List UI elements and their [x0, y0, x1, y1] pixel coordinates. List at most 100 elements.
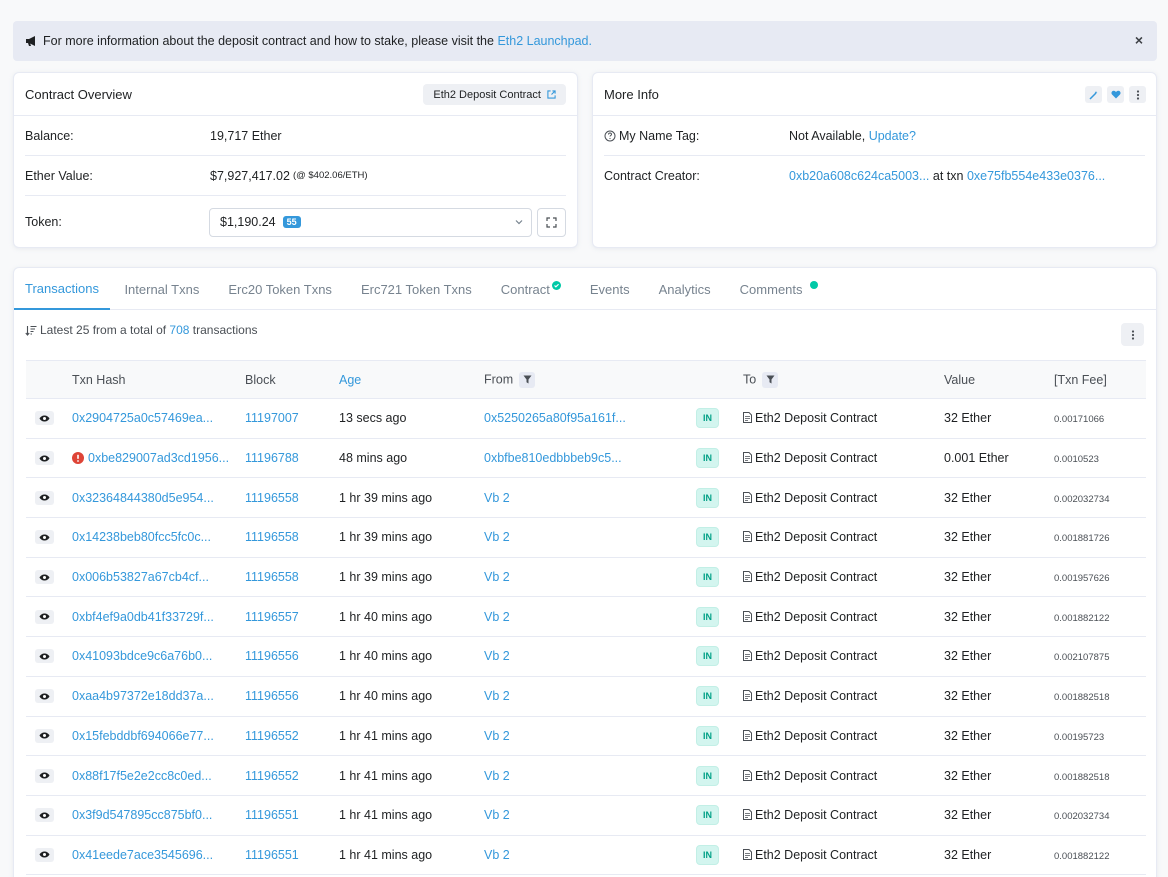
- favorite-button[interactable]: [1107, 86, 1124, 103]
- block-link[interactable]: 11196551: [245, 848, 299, 862]
- tab-erc721-token-txns[interactable]: Erc721 Token Txns: [346, 268, 486, 310]
- to-label[interactable]: Eth2 Deposit Contract: [755, 729, 877, 743]
- to-label[interactable]: Eth2 Deposit Contract: [755, 610, 877, 624]
- tab-comments[interactable]: Comments: [725, 268, 832, 310]
- txn-fee: 0.001882122: [1054, 850, 1110, 862]
- preview-button[interactable]: [35, 490, 54, 505]
- block-link[interactable]: 11196556: [245, 689, 299, 703]
- value-cell: 0.001 Ether: [944, 438, 1054, 479]
- preview-button[interactable]: [35, 649, 54, 664]
- token-dropdown[interactable]: $1,190.24 55: [209, 207, 532, 237]
- total-count-link[interactable]: 708: [169, 323, 189, 337]
- expand-button[interactable]: [537, 207, 566, 237]
- age-cell: 1 hr 41 mins ago: [339, 835, 484, 876]
- from-cell: Vb 2: [484, 596, 696, 638]
- from-link[interactable]: 0x5250265a80f95a161f...: [484, 411, 626, 425]
- direction-badge: IN: [696, 448, 719, 469]
- txn-hash-link[interactable]: 0x006b53827a67cb4cf...: [72, 570, 209, 584]
- preview-button[interactable]: [35, 609, 54, 624]
- to-label[interactable]: Eth2 Deposit Contract: [755, 689, 877, 703]
- txn-hash-link[interactable]: 0xaa4b97372e18dd37a...: [72, 689, 214, 703]
- from-link[interactable]: Vb 2: [484, 848, 510, 862]
- txn-hash-link[interactable]: 0xbf4ef9a0db41f33729f...: [72, 610, 214, 624]
- eth2-deposit-chip[interactable]: Eth2 Deposit Contract: [423, 84, 566, 105]
- block-link[interactable]: 11196558: [245, 530, 299, 544]
- preview-button[interactable]: [35, 728, 54, 743]
- header-age[interactable]: Age: [339, 360, 484, 399]
- txn-hash-link[interactable]: 0x14238beb80fcc5fc0c...: [72, 530, 211, 544]
- from-link[interactable]: Vb 2: [484, 610, 510, 624]
- preview-button[interactable]: [35, 689, 54, 704]
- txn-hash-link[interactable]: 0x41093bdce9c6a76b0...: [72, 649, 212, 663]
- tab-comments-label: Comments: [739, 281, 803, 297]
- block-link[interactable]: 11196558: [245, 491, 299, 505]
- txn-hash-link[interactable]: 0x41eede7ace3545696...: [72, 848, 213, 862]
- block-link[interactable]: 11196551: [245, 808, 299, 822]
- txn-hash-link[interactable]: 0xbe829007ad3cd1956...: [88, 451, 229, 465]
- from-link[interactable]: Vb 2: [484, 729, 510, 743]
- wand-button[interactable]: [1085, 86, 1102, 103]
- from-link[interactable]: Vb 2: [484, 530, 510, 544]
- filter-from-button[interactable]: [519, 371, 536, 388]
- launchpad-link[interactable]: Eth2 Launchpad.: [497, 34, 592, 48]
- from-link[interactable]: 0xbfbe810edbbbeb9c5...: [484, 451, 622, 465]
- creator-address-link[interactable]: 0xb20a608c624ca5003...: [789, 169, 929, 183]
- filter-to-button[interactable]: [762, 371, 779, 388]
- block-link[interactable]: 11196788: [245, 451, 299, 465]
- block-link[interactable]: 11197007: [245, 411, 299, 425]
- to-label[interactable]: Eth2 Deposit Contract: [755, 808, 877, 822]
- block-link[interactable]: 11196557: [245, 610, 299, 624]
- table-options-button[interactable]: [1121, 323, 1144, 346]
- preview-button[interactable]: [35, 411, 54, 426]
- tab-erc20-token-txns[interactable]: Erc20 Token Txns: [214, 268, 347, 310]
- value-cell: 32 Ether: [944, 755, 1054, 796]
- to-label[interactable]: Eth2 Deposit Contract: [755, 570, 877, 584]
- tab-internal-txns[interactable]: Internal Txns: [110, 268, 214, 310]
- tab-events[interactable]: Events: [575, 268, 644, 310]
- block-link[interactable]: 11196552: [245, 729, 299, 743]
- to-label[interactable]: Eth2 Deposit Contract: [755, 848, 877, 862]
- from-link[interactable]: Vb 2: [484, 649, 510, 663]
- from-cell: 0xbfbe810edbbbeb9c5...: [484, 438, 696, 479]
- txn-hash-link[interactable]: 0x2904725a0c57469ea...: [72, 411, 213, 425]
- txn-hash-link[interactable]: 0x88f17f5e2e2cc8c0ed...: [72, 769, 212, 783]
- creator-txn-link[interactable]: 0xe75fb554e433e0376...: [967, 169, 1105, 183]
- close-icon[interactable]: ×: [1135, 32, 1143, 48]
- summary-suffix: transactions: [192, 323, 258, 337]
- more-options-button[interactable]: [1129, 86, 1146, 103]
- preview-button[interactable]: [35, 808, 54, 823]
- txn-hash-link[interactable]: 0x32364844380d5e954...: [72, 491, 214, 505]
- to-label[interactable]: Eth2 Deposit Contract: [755, 411, 877, 425]
- from-link[interactable]: Vb 2: [484, 491, 510, 505]
- tab-contract[interactable]: Contract: [486, 268, 575, 310]
- direction-cell: IN: [696, 676, 743, 717]
- tab-analytics[interactable]: Analytics: [644, 268, 725, 310]
- table-row: 0x88f17f5e2e2cc8c0ed... 11196552 1 hr 41 m…: [26, 755, 1146, 796]
- txn-hash-link[interactable]: 0x15febddbf694066e77...: [72, 729, 214, 743]
- block-link[interactable]: 11196556: [245, 649, 299, 663]
- value-cell: 32 Ether: [944, 557, 1054, 598]
- preview-button[interactable]: [35, 847, 54, 862]
- to-label[interactable]: Eth2 Deposit Contract: [755, 451, 877, 465]
- tab-transactions[interactable]: Transactions: [14, 268, 110, 310]
- file-contract-icon: [743, 491, 752, 503]
- table-row: 0x41eede7ace3545696... 11196551 1 hr 41 mi…: [26, 835, 1146, 876]
- update-link[interactable]: Update?: [869, 129, 916, 143]
- to-label[interactable]: Eth2 Deposit Contract: [755, 491, 877, 505]
- to-label[interactable]: Eth2 Deposit Contract: [755, 649, 877, 663]
- preview-button[interactable]: [35, 451, 54, 466]
- from-link[interactable]: Vb 2: [484, 689, 510, 703]
- txn-fee: 0.001882518: [1054, 771, 1110, 783]
- preview-button[interactable]: [35, 768, 54, 783]
- preview-button[interactable]: [35, 570, 54, 585]
- block-link[interactable]: 11196558: [245, 570, 299, 584]
- to-label[interactable]: Eth2 Deposit Contract: [755, 769, 877, 783]
- block-link[interactable]: 11196552: [245, 769, 299, 783]
- to-label[interactable]: Eth2 Deposit Contract: [755, 530, 877, 544]
- fee-cell: 0.001882518: [1054, 755, 1146, 796]
- from-link[interactable]: Vb 2: [484, 769, 510, 783]
- from-link[interactable]: Vb 2: [484, 570, 510, 584]
- txn-hash-link[interactable]: 0x3f9d547895cc875bf0...: [72, 808, 212, 822]
- preview-button[interactable]: [35, 530, 54, 545]
- from-link[interactable]: Vb 2: [484, 808, 510, 822]
